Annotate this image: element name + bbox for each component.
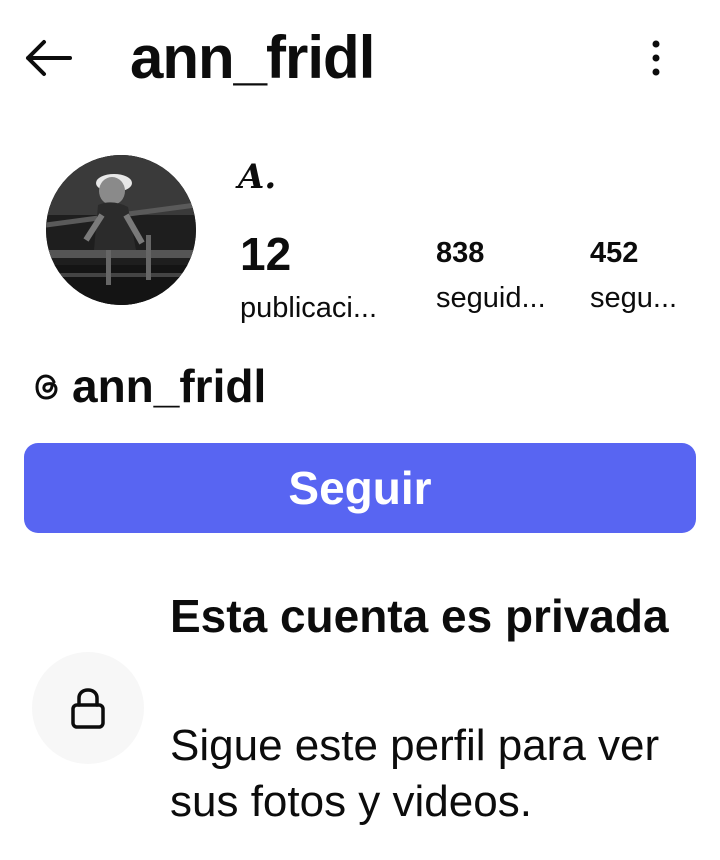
stat-followers[interactable]: 838 seguid... [436,234,546,318]
avatar[interactable] [46,155,196,305]
threads-handle: ann_fridl [72,360,267,412]
stat-followers-count: 838 [436,237,485,269]
stat-posts-label: publicaci... [240,292,378,324]
bio-text: A. [238,157,277,197]
lock-badge [32,652,144,764]
private-account-subtitle: Sigue este perfil para ver sus fotos y v… [170,721,660,826]
page-title: ann_fridl [130,24,375,91]
stat-following[interactable]: 452 segu... [590,234,677,318]
stat-posts[interactable]: 12 publicaci... [240,226,377,328]
vertical-dots-icon[interactable] [640,36,672,80]
profile-photo [46,155,196,305]
arrow-left-icon[interactable] [22,36,74,80]
follow-button[interactable]: Seguir [24,443,696,533]
lock-icon [71,688,105,729]
threads-link[interactable]: ann_fridl [32,358,266,414]
threads-icon [35,374,58,400]
private-account-title: Esta cuenta es privada [170,590,669,642]
stat-posts-count: 12 [240,228,292,280]
stat-following-label: segu... [590,282,678,314]
stat-following-count: 452 [590,237,639,269]
profile-screen: ann_fridl A. 12 publicaci... 838 seguid.… [0,0,720,860]
stat-followers-label: seguid... [436,282,546,314]
